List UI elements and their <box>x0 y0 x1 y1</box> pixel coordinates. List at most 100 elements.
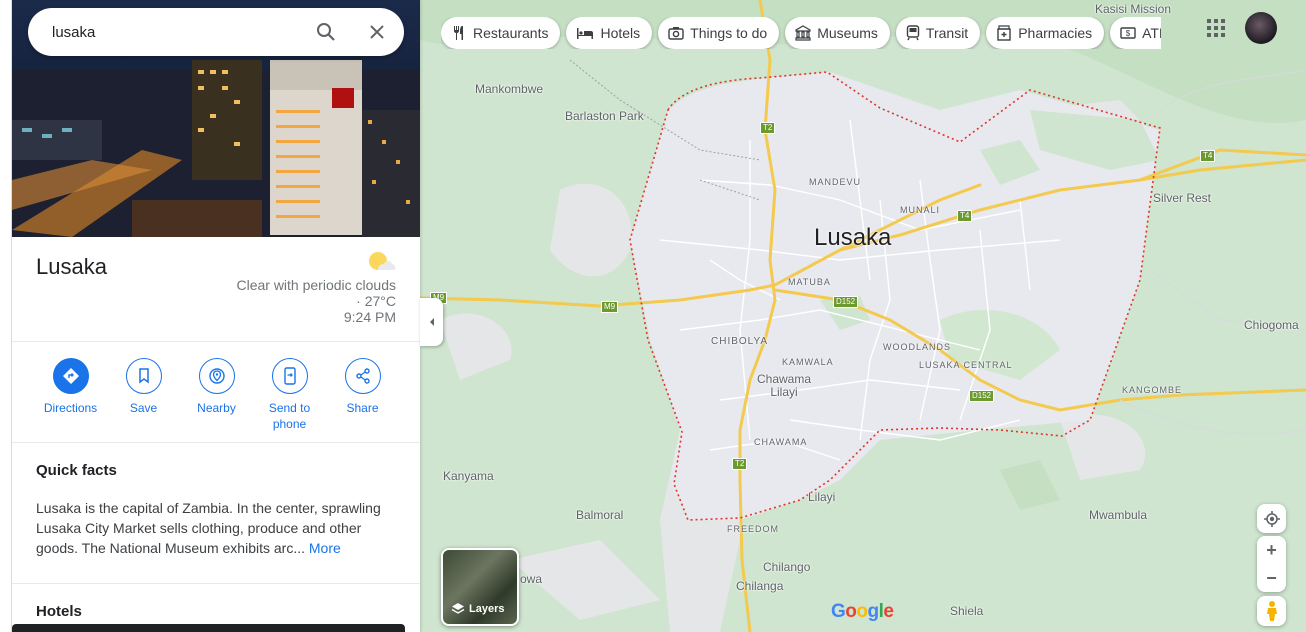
route-shield-t4-mid: T4 <box>957 210 973 222</box>
chip-label: Hotels <box>600 25 641 41</box>
weather-info: Clear with periodic clouds · 27°C 9:24 P… <box>236 250 396 325</box>
action-buttons: Directions Save Nearby Send to phone Sha… <box>34 358 399 432</box>
route-shield-t2-north: T2 <box>760 122 776 134</box>
chip-transit[interactable]: Transit <box>895 17 981 49</box>
google-apps-icon[interactable] <box>1204 16 1228 40</box>
divider <box>12 583 420 584</box>
action-label: Save <box>129 401 158 415</box>
layers-label: Layers <box>469 603 505 615</box>
map-label-chilanga[interactable]: Chilanga <box>736 579 783 593</box>
map-label-lusaka-city[interactable]: Lusaka <box>814 224 891 252</box>
close-icon <box>370 25 384 39</box>
bookmark-icon <box>138 368 149 384</box>
map-label-mandevu[interactable]: MANDEVU <box>809 177 861 187</box>
divider <box>12 442 420 443</box>
route-shield-d152-center: D152 <box>833 296 859 308</box>
map-label-kamwala[interactable]: KAMWALA <box>782 357 834 367</box>
route-shield-t2-south: T2 <box>732 458 748 470</box>
map-label-chibolya[interactable]: CHIBOLYA <box>711 336 768 347</box>
google-logo: Google <box>831 601 894 622</box>
collapse-panel-button[interactable] <box>420 298 443 346</box>
maps-app: Kasisi Mission Mankombwe Barlaston Park … <box>0 0 1306 632</box>
local-time: 9:24 PM <box>343 309 396 325</box>
chip-label: Museums <box>817 25 878 41</box>
action-label: Share <box>346 401 379 415</box>
map-label-mwambula[interactable]: Mwambula <box>1089 508 1147 522</box>
partly-cloudy-icon <box>369 252 396 270</box>
layers-icon <box>451 603 465 614</box>
chip-restaurants[interactable]: Restaurants <box>441 17 561 49</box>
restaurant-icon <box>454 26 463 40</box>
chevron-left-icon <box>429 318 434 326</box>
map-label-silver-rest[interactable]: Silver Rest <box>1153 191 1211 205</box>
chip-atms[interactable]: $ ATMs <box>1110 17 1161 49</box>
search-box <box>28 8 404 56</box>
send-to-phone-button[interactable]: Send to phone <box>253 358 326 432</box>
map-label-chilango[interactable]: Chilango <box>763 560 810 574</box>
map-label-lusaka-central[interactable]: LUSAKA CENTRAL <box>919 360 1013 370</box>
nearby-icon <box>208 368 225 384</box>
chip-label: Pharmacies <box>1018 25 1093 41</box>
chip-things-to-do[interactable]: Things to do <box>658 17 780 49</box>
nearby-button[interactable]: Nearby <box>180 358 253 432</box>
quick-facts-text: Lusaka is the capital of Zambia. In the … <box>36 498 396 558</box>
more-link[interactable]: More <box>309 540 341 556</box>
search-icon <box>317 23 335 41</box>
chip-hotels[interactable]: Hotels <box>566 17 653 49</box>
directions-icon <box>62 368 79 384</box>
transit-icon <box>906 25 920 41</box>
map-label-balmoral[interactable]: Balmoral <box>576 508 623 522</box>
hotel-icon <box>577 28 594 39</box>
map-label-chawama-lilayi[interactable]: Chawama Lilayi <box>756 373 812 399</box>
clear-search-button[interactable] <box>365 20 389 44</box>
map-label-kangombe[interactable]: KANGOMBE <box>1122 385 1182 395</box>
route-shield-t4-east: T4 <box>1200 150 1216 162</box>
map-label-chawama[interactable]: CHAWAMA <box>754 437 807 447</box>
layers-button[interactable]: Layers <box>441 548 519 626</box>
save-button[interactable]: Save <box>107 358 180 432</box>
action-label: Send to phone <box>268 401 311 431</box>
divider <box>12 341 420 342</box>
quick-facts-heading: Quick facts <box>36 462 117 479</box>
map-graphics <box>420 0 1306 632</box>
chip-label: Transit <box>925 25 969 41</box>
map-label-chiogoma[interactable]: Chiogoma <box>1244 318 1299 332</box>
share-button[interactable]: Share <box>326 358 399 432</box>
action-label: Directions <box>43 401 98 415</box>
search-button[interactable] <box>314 20 338 44</box>
map-label-munali[interactable]: MUNALI <box>900 205 940 215</box>
my-location-button[interactable] <box>1257 504 1286 533</box>
avatar[interactable] <box>1245 12 1277 44</box>
map-label-freedom[interactable]: FREEDOM <box>727 524 779 534</box>
map-label-woodlands[interactable]: WOODLANDS <box>883 342 951 352</box>
map-label-kanyama[interactable]: Kanyama <box>443 469 494 483</box>
weather-condition: Clear with periodic clouds · 27°C <box>236 277 396 309</box>
chip-pharmacies[interactable]: Pharmacies <box>986 17 1105 49</box>
map-label-owa[interactable]: owa <box>520 572 542 586</box>
map-label-lilayi[interactable]: Lilayi <box>808 490 835 504</box>
zoom-controls: + − <box>1257 536 1286 592</box>
place-panel: Lusaka Clear with periodic clouds · 27°C… <box>12 0 420 632</box>
pegman-button[interactable] <box>1257 596 1286 626</box>
map-label-matuba[interactable]: MATUBA <box>788 277 831 287</box>
map-label-barlaston-park[interactable]: Barlaston Park <box>565 109 644 123</box>
pharmacy-icon <box>997 25 1011 41</box>
directions-button[interactable]: Directions <box>34 358 107 432</box>
chip-museums[interactable]: Museums <box>785 17 890 49</box>
svg-text:$: $ <box>1126 29 1131 38</box>
share-icon <box>355 368 370 384</box>
map-canvas[interactable]: Kasisi Mission Mankombwe Barlaston Park … <box>420 0 1306 632</box>
zoom-in-button[interactable]: + <box>1257 536 1286 564</box>
museum-icon <box>795 25 811 41</box>
hotels-heading: Hotels <box>36 603 82 620</box>
map-label-mankombwe[interactable]: Mankombwe <box>475 82 543 96</box>
zoom-out-button[interactable]: − <box>1257 564 1286 592</box>
search-input[interactable] <box>52 23 302 41</box>
chip-label: ATMs <box>1142 25 1161 41</box>
chip-label: Things to do <box>690 25 768 41</box>
map-label-kasisi-mission[interactable]: Kasisi Mission <box>1095 2 1171 16</box>
my-location-icon <box>1263 510 1280 527</box>
route-shield-d152-east: D152 <box>969 390 995 402</box>
send-to-phone-icon <box>283 367 296 385</box>
map-label-shiela[interactable]: Shiela <box>950 604 983 618</box>
